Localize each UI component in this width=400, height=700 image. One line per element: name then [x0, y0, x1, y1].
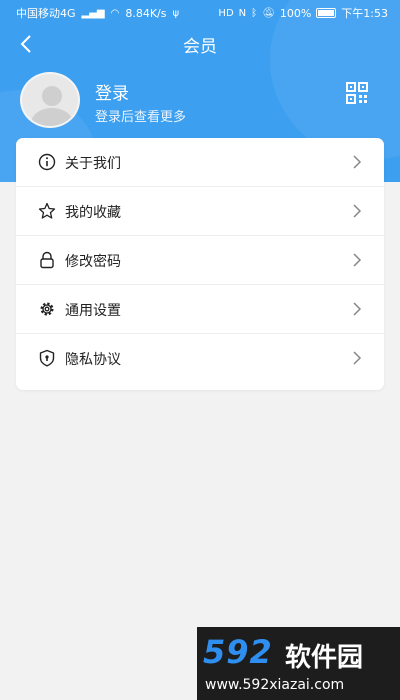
menu-item-about[interactable]: 关于我们	[16, 138, 384, 187]
gear-icon	[38, 300, 56, 318]
info-icon	[38, 153, 56, 171]
menu-item-label: 关于我们	[65, 156, 121, 172]
qr-code-button[interactable]	[346, 82, 368, 104]
menu-item-privacy[interactable]: 隐私协议	[16, 334, 384, 383]
status-bar: 中国移动4G ▂▄▆ ◠ 8.84K/s ψ HD N ᛒ 🔕︎ 100% 下午…	[0, 0, 400, 24]
usb-icon: ψ	[172, 7, 180, 19]
battery-icon	[316, 8, 337, 18]
menu-item-label: 修改密码	[65, 254, 121, 270]
avatar[interactable]	[20, 72, 80, 128]
chevron-right-icon	[353, 351, 362, 365]
menu-item-label: 通用设置	[65, 303, 121, 319]
nfc-icon: N	[238, 7, 247, 19]
menu-item-settings[interactable]: 通用设置	[16, 285, 384, 334]
mute-icon: 🔕︎	[262, 7, 275, 19]
clock: 下午1:53	[341, 7, 388, 20]
chevron-right-icon	[353, 253, 362, 267]
net-speed: 8.84K/s	[125, 6, 167, 20]
wifi-icon: ◠	[110, 7, 120, 19]
nav-bar: 会员	[0, 24, 400, 64]
profile-section: 登录 登录后查看更多	[20, 72, 380, 128]
watermark-number: 592	[203, 633, 273, 671]
star-icon	[38, 202, 56, 220]
login-link[interactable]: 登录	[95, 79, 129, 104]
page-title: 会员	[183, 37, 217, 57]
chevron-right-icon	[353, 204, 362, 218]
qr-code-icon	[346, 82, 368, 104]
battery-percent: 100%	[279, 6, 312, 20]
hd-icon: HD	[218, 7, 234, 19]
watermark-brand: 软件园	[285, 643, 364, 673]
watermark-url: www.592xiazai.com	[205, 677, 345, 693]
lock-icon	[38, 251, 56, 269]
carrier-label: 中国移动4G	[16, 7, 76, 20]
login-hint: 登录后查看更多	[95, 110, 187, 125]
menu-item-change-password[interactable]: 修改密码	[16, 236, 384, 285]
signal-icon: ▂▄▆	[81, 7, 105, 19]
shield-icon	[38, 349, 56, 367]
menu-item-label: 我的收藏	[65, 205, 121, 221]
bluetooth-icon: ᛒ	[251, 7, 258, 19]
menu-item-label: 隐私协议	[65, 352, 121, 368]
chevron-right-icon	[353, 155, 362, 169]
site-watermark: 592 软件园 www.592xiazai.com	[197, 627, 400, 700]
menu-item-favorites[interactable]: 我的收藏	[16, 187, 384, 236]
menu-card: 关于我们 我的收藏 修改密码 通用设置 隐私协议	[16, 138, 384, 390]
chevron-right-icon	[353, 302, 362, 316]
